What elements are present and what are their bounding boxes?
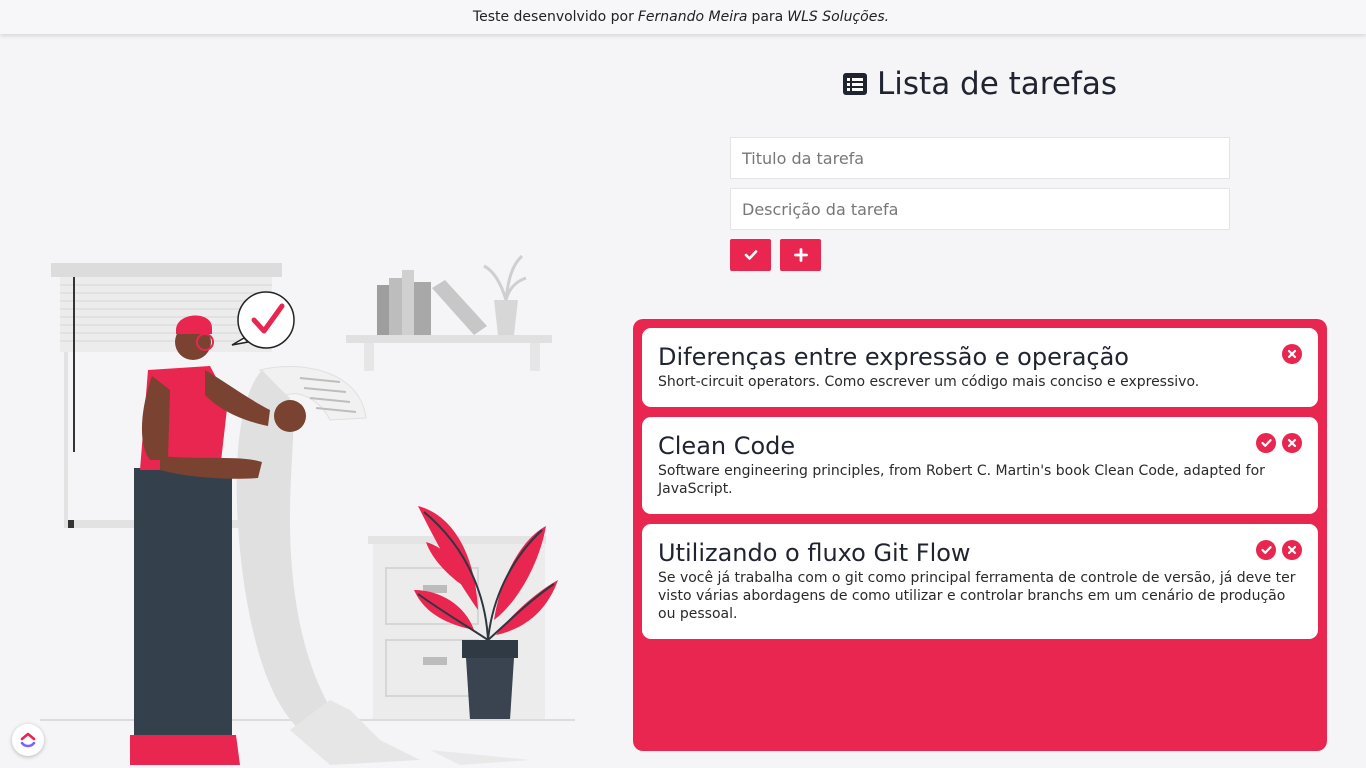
close-icon [1287, 438, 1297, 448]
task-title: Clean Code [658, 432, 796, 460]
credit-author: Fernando Meira [637, 9, 748, 25]
clickup-logo-icon [20, 732, 36, 748]
task-description: Short-circuit operators. Como escrever u… [658, 374, 1200, 390]
credit-prefix: Teste desenvolvido por [472, 9, 634, 25]
task-description: Software engineering principles, from Ro… [658, 463, 1265, 497]
delete-task-button[interactable] [1282, 433, 1302, 453]
complete-task-button[interactable] [1256, 540, 1276, 560]
task-description-input[interactable] [730, 188, 1230, 230]
task-card: Diferenças entre expressão e operação Sh… [642, 328, 1318, 407]
task-title-input[interactable] [730, 137, 1230, 179]
check-icon [1260, 546, 1272, 554]
confirm-task-button[interactable] [730, 239, 771, 271]
list-alt-icon [843, 73, 867, 95]
check-icon [1260, 439, 1272, 447]
app-badge[interactable] [12, 724, 44, 756]
page-title-text: Lista de tarefas [877, 66, 1117, 102]
todo-illustration [40, 254, 575, 765]
task-card: Clean Code Software engineering principl… [642, 417, 1318, 514]
task-actions [1282, 344, 1302, 364]
plus-icon [793, 248, 808, 262]
task-actions [1256, 433, 1302, 453]
close-icon [1287, 545, 1297, 555]
credit-middle: para [751, 9, 784, 25]
close-icon [1287, 349, 1297, 359]
task-card: Utilizando o fluxo Git Flow Se você já t… [642, 524, 1318, 639]
page-title: Lista de tarefas [730, 66, 1230, 102]
complete-task-button[interactable] [1256, 433, 1276, 453]
task-list: Diferenças entre expressão e operação Sh… [633, 319, 1327, 751]
add-task-button[interactable] [780, 239, 821, 271]
credit-bar: Teste desenvolvido por Fernando Meira pa… [0, 0, 1366, 34]
check-icon [744, 250, 757, 260]
delete-task-button[interactable] [1282, 344, 1302, 364]
delete-task-button[interactable] [1282, 540, 1302, 560]
task-title: Utilizando o fluxo Git Flow [658, 539, 971, 567]
task-description: Se você já trabalha com o git como princ… [658, 570, 1296, 622]
credit-company: WLS Soluções. [787, 9, 890, 25]
task-actions [1256, 540, 1302, 560]
task-title: Diferenças entre expressão e operação [658, 343, 1129, 371]
